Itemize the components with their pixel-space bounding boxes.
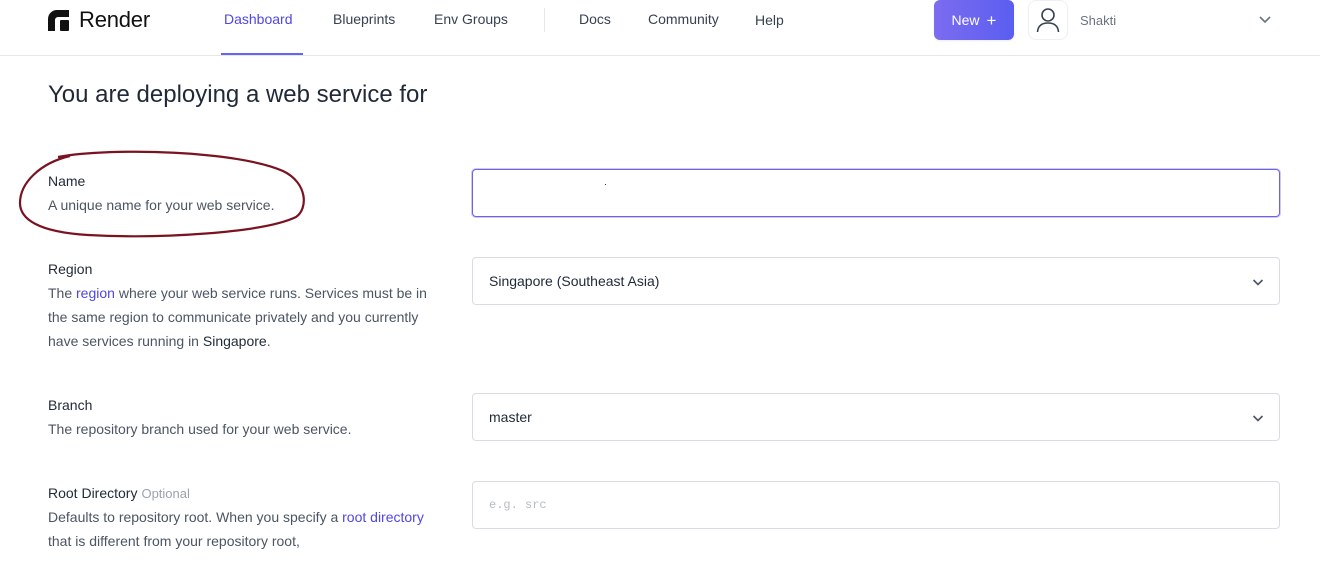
nav-divider xyxy=(544,8,545,32)
root-desc-after: that is different from your repository r… xyxy=(48,533,300,549)
new-button[interactable]: New + xyxy=(934,0,1014,40)
nav-docs[interactable]: Docs xyxy=(579,11,611,27)
root-directory-input[interactable] xyxy=(472,481,1280,529)
render-logo[interactable]: Render xyxy=(48,7,150,33)
render-logo-icon xyxy=(48,9,69,31)
region-select-value: Singapore (Southeast Asia) xyxy=(489,273,660,289)
nav-dashboard[interactable]: Dashboard xyxy=(224,11,293,27)
nav-env-groups[interactable]: Env Groups xyxy=(434,11,508,27)
nav-blueprints[interactable]: Blueprints xyxy=(333,11,395,27)
root-desc-before: Defaults to repository root. When you sp… xyxy=(48,509,343,525)
page-title: You are deploying a web service for xyxy=(48,81,428,108)
nav-community[interactable]: Community xyxy=(648,11,719,27)
user-icon xyxy=(1036,8,1060,33)
name-label: Name xyxy=(48,173,86,189)
region-link[interactable]: region xyxy=(76,285,115,301)
cursor-mark xyxy=(605,184,606,185)
root-directory-label-text: Root Directory xyxy=(48,485,138,501)
top-navigation-bar: Render Dashboard Blueprints Env Groups D… xyxy=(0,0,1320,56)
root-directory-description: Defaults to repository root. When you sp… xyxy=(48,505,440,553)
nav-help[interactable]: Help xyxy=(755,12,784,28)
branch-description: The repository branch used for your web … xyxy=(48,421,352,437)
service-name-input[interactable] xyxy=(472,169,1280,217)
optional-tag: Optional xyxy=(141,486,190,501)
name-description: A unique name for your web service. xyxy=(48,197,275,213)
plus-icon: + xyxy=(986,10,997,30)
root-directory-link[interactable]: root directory xyxy=(342,509,424,525)
region-desc-end: . xyxy=(266,333,271,349)
brand-name: Render xyxy=(79,7,150,32)
new-button-label: New xyxy=(951,12,980,28)
chevron-down-icon xyxy=(1252,279,1264,286)
user-menu[interactable]: Shakti xyxy=(1028,0,1288,40)
branch-select[interactable]: master xyxy=(472,393,1280,441)
avatar xyxy=(1028,0,1068,40)
user-name: Shakti xyxy=(1080,12,1117,28)
chevron-down-icon xyxy=(1252,415,1264,422)
active-tab-indicator xyxy=(221,53,303,55)
region-description: The region where your web service runs. … xyxy=(48,281,440,353)
region-label: Region xyxy=(48,261,93,277)
chevron-down-icon[interactable] xyxy=(1258,12,1272,26)
root-directory-label: Root Directory Optional xyxy=(48,485,190,501)
branch-label: Branch xyxy=(48,397,93,413)
region-current: Singapore xyxy=(202,333,267,349)
region-select[interactable]: Singapore (Southeast Asia) xyxy=(472,257,1280,305)
branch-select-value: master xyxy=(489,409,532,425)
region-desc-before: The xyxy=(48,285,77,301)
